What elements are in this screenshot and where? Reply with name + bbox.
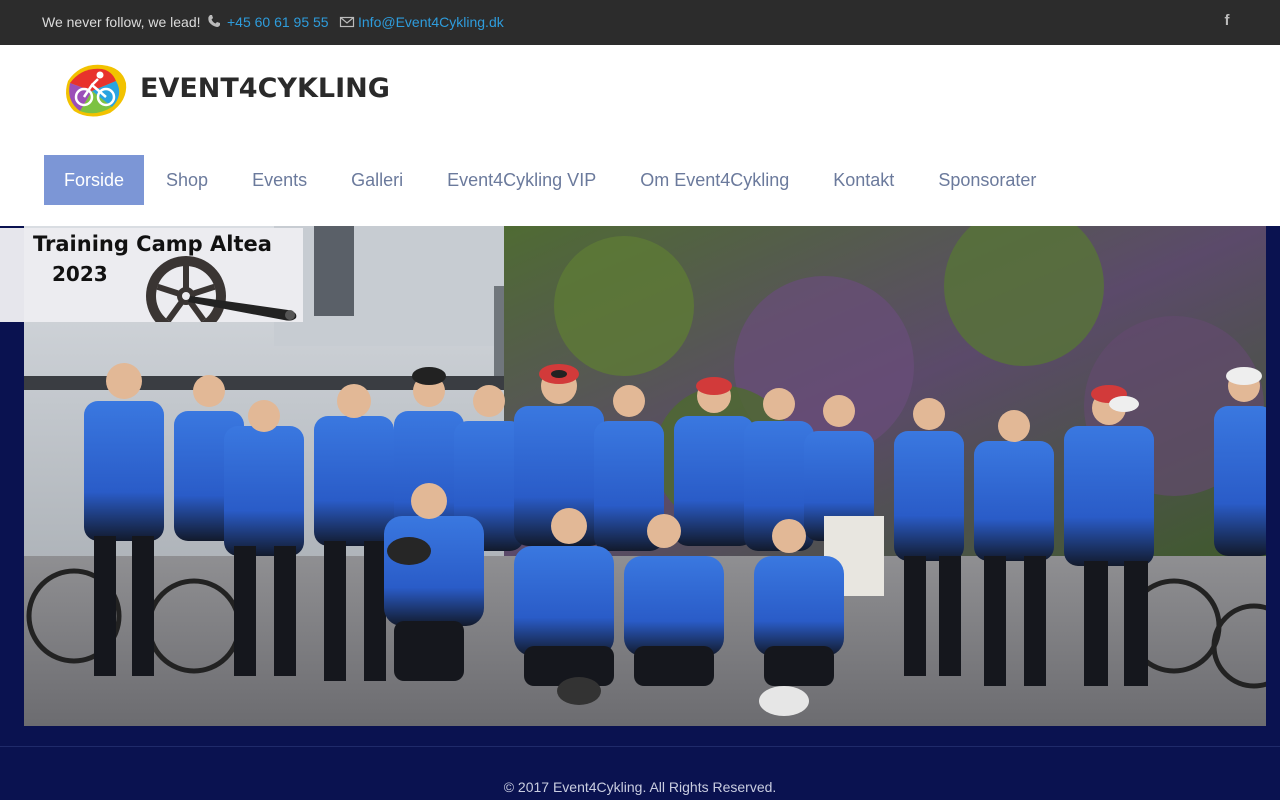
nav-item-sponsorater[interactable]: Sponsorater xyxy=(916,155,1058,205)
promo-banner[interactable]: Training Camp Altea 2023 xyxy=(24,228,303,322)
phone-icon xyxy=(208,15,220,27)
nav-item-galleri[interactable]: Galleri xyxy=(329,155,425,205)
promo-year: 2023 xyxy=(52,262,108,286)
main-nav: Forside Shop Events Galleri Event4Cyklin… xyxy=(44,155,1058,205)
site-header: EVENT4CYKLING Forside Shop Events Galler… xyxy=(0,45,1280,226)
email-link[interactable]: Info@Event4Cykling.dk xyxy=(358,14,504,30)
footer-divider xyxy=(0,746,1280,747)
nav-item-shop[interactable]: Shop xyxy=(144,155,230,205)
nav-item-events[interactable]: Events xyxy=(230,155,329,205)
facebook-icon[interactable]: f xyxy=(1220,12,1234,29)
site-logo[interactable]: EVENT4CYKLING xyxy=(62,61,390,121)
copyright-text: © 2017 Event4Cykling. All Rights Reserve… xyxy=(503,779,777,795)
nav-item-forside[interactable]: Forside xyxy=(44,155,145,205)
chainring-icon xyxy=(146,256,297,322)
phone-link[interactable]: +45 60 61 95 55 xyxy=(227,14,329,30)
nav-item-kontakt[interactable]: Kontakt xyxy=(811,155,916,205)
top-bar: We never follow, we lead! +45 60 61 95 5… xyxy=(0,0,1280,45)
slogan: We never follow, we lead! xyxy=(42,14,201,30)
logo-text: EVENT4CYKLING xyxy=(140,73,390,104)
mail-icon xyxy=(339,16,355,28)
logo-icon xyxy=(66,64,127,117)
nav-item-vip[interactable]: Event4Cykling VIP xyxy=(425,155,618,205)
nav-item-om[interactable]: Om Event4Cykling xyxy=(618,155,811,205)
slider-edge xyxy=(0,228,24,322)
